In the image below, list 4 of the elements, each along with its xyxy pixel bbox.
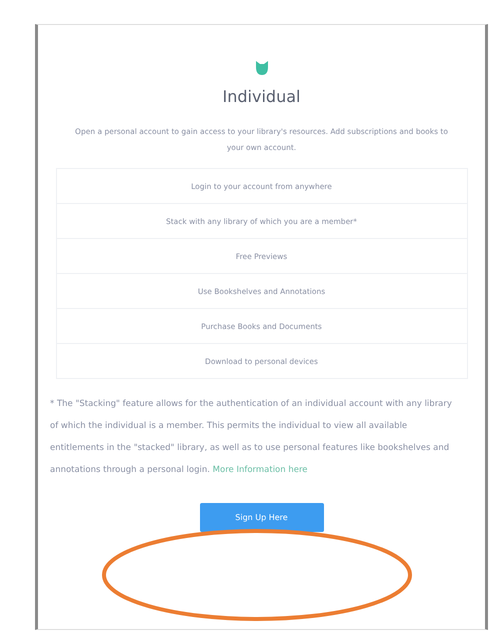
card-title: Individual <box>222 87 300 106</box>
footnote: * The "Stacking" feature allows for the authentication of an individual account with any library of which the individual is a member. This permits the individual to view all available entitlements in the "stacked" library, as well as to use personal features like bookshelves and annotations through a personal login. More Information here <box>49 398 453 477</box>
sign-up-button[interactable]: Sign Up Here <box>200 503 324 532</box>
more-information-link[interactable]: More Information here <box>212 465 308 475</box>
